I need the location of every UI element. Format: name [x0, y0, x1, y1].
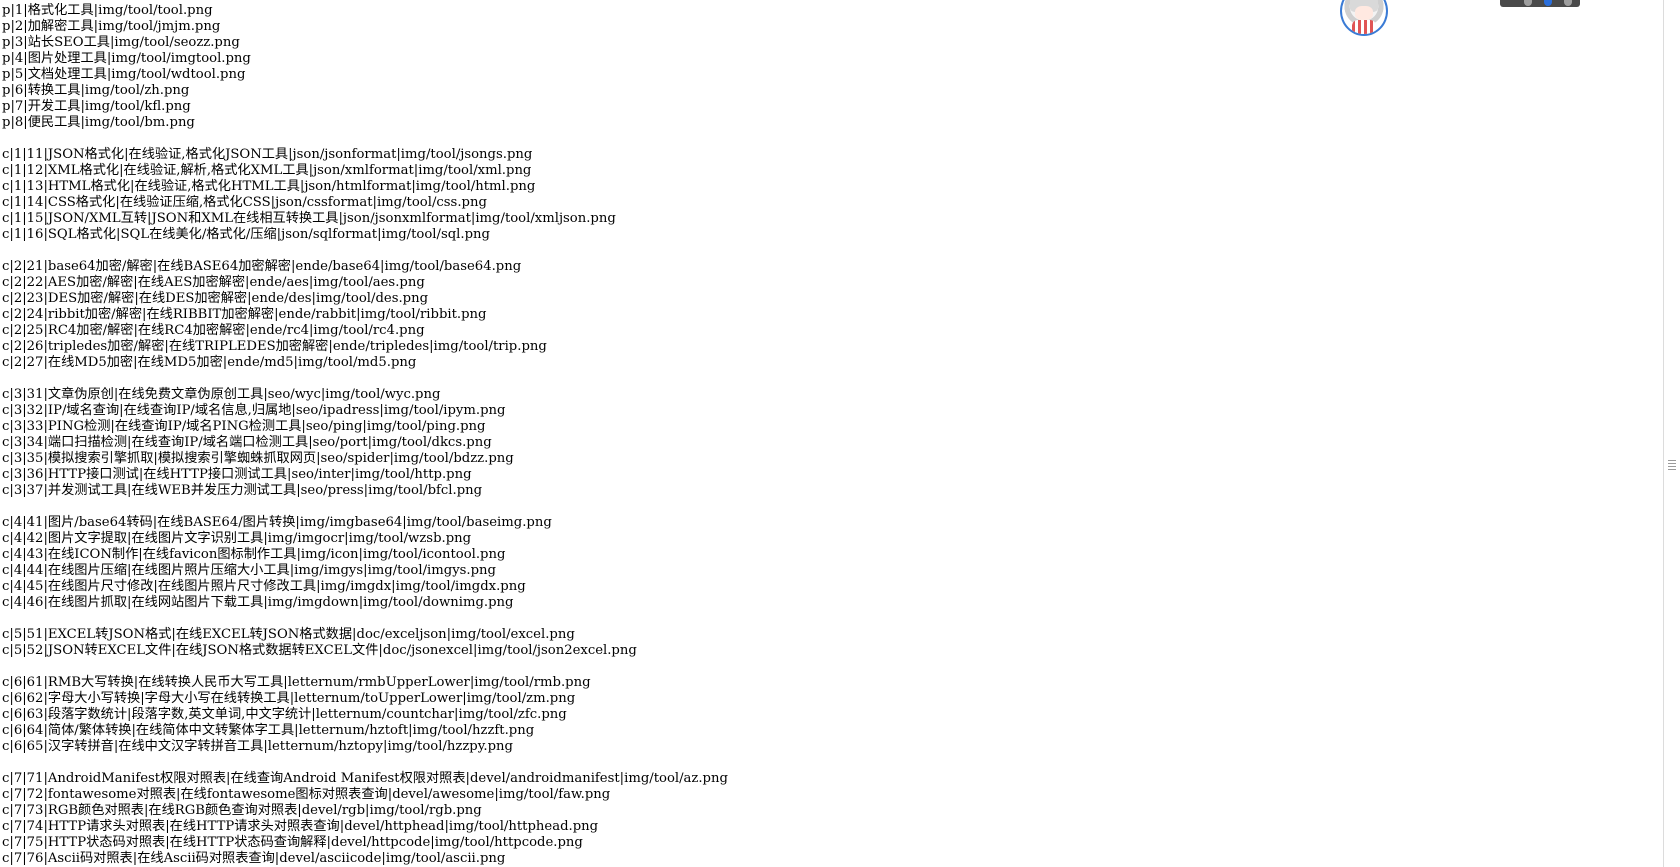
text-line: c|1|15|JSON/XML互转|JSON和XML在线相互转换工具|json/…	[2, 211, 616, 226]
text-line: c|3|31|文章伪原创|在线免费文章伪原创工具|seo/wyc|img/too…	[2, 387, 441, 402]
text-line: c|1|13|HTML格式化|在线验证,格式化HTML工具|json/htmlf…	[2, 179, 536, 194]
text-line: p|5|文档处理工具|img/tool/wdtool.png	[2, 67, 246, 82]
vertical-scrollbar[interactable]	[1663, 0, 1680, 867]
text-line: c|3|37|并发测试工具|在线WEB并发压力测试工具|seo/press|im…	[2, 483, 483, 498]
text-line: c|7|75|HTTP状态码对照表|在线HTTP状态码查询解释|devel/ht…	[2, 835, 583, 850]
text-line: c|7|71|AndroidManifest权限对照表|在线查询Android …	[2, 771, 728, 786]
text-line: c|5|51|EXCEL转JSON格式|在线EXCEL转JSON格式数据|doc…	[2, 627, 575, 642]
text-line: p|6|转换工具|img/tool/zh.png	[2, 83, 190, 98]
toolbar-chevron-down-icon[interactable]	[1564, 0, 1572, 6]
text-line: c|3|32|IP/域名查询|在线查询IP/域名信息,归属地|seo/ipadr…	[2, 403, 506, 418]
text-line: c|4|43|在线ICON制作|在线favicon图标制作工具|img/icon…	[2, 547, 506, 562]
scroll-grip-icon[interactable]	[1668, 460, 1676, 470]
text-line: p|8|便民工具|img/tool/bm.png	[2, 115, 195, 130]
text-line: c|5|52|JSON转EXCEL文件|在线JSON格式数据转EXCEL文件|d…	[2, 643, 637, 658]
text-line: c|7|76|Ascii码对照表|在线Ascii码对照表查询|devel/asc…	[2, 851, 506, 866]
text-document: p|1|格式化工具|img/tool/tool.png p|2|加解密工具|img…	[2, 3, 1662, 867]
text-line: c|2|27|在线MD5加密|在线MD5加密|ende/md5|img/tool…	[2, 355, 417, 370]
text-line: c|7|72|fontawesome对照表|在线fontawesome图标对照表…	[2, 787, 611, 802]
text-line: c|3|35|模拟搜索引擎抓取|模拟搜索引擎蜘蛛抓取网页|seo/spider|…	[2, 451, 514, 466]
avatar-shirt	[1352, 20, 1376, 34]
text-line: c|1|14|CSS格式化|在线验证压缩,格式化CSS|json/cssform…	[2, 195, 487, 210]
text-line: p|2|加解密工具|img/tool/jmjm.png	[2, 19, 221, 34]
text-line: c|6|61|RMB大写转换|在线转换人民币大写工具|letternum/rmb…	[2, 675, 591, 690]
text-line: c|2|21|base64加密/解密|在线BASE64加密解密|ende/bas…	[2, 259, 522, 274]
toolbar-button-icon[interactable]	[1524, 0, 1532, 6]
text-line: c|6|65|汉字转拼音|在线中文汉字转拼音工具|letternum/hztop…	[2, 739, 513, 754]
avatar-face	[1355, 6, 1373, 20]
text-line: c|6|62|字母大小写转换|字母大小写在线转换工具|letternum/toU…	[2, 691, 576, 706]
text-line: c|1|12|XML格式化|在线验证,解析,格式化XML工具|json/xmlf…	[2, 163, 532, 178]
text-line: p|3|站长SEO工具|img/tool/seozz.png	[2, 35, 240, 50]
text-line: c|1|16|SQL格式化|SQL在线美化/格式化/压缩|json/sqlfor…	[2, 227, 490, 242]
text-line: p|1|格式化工具|img/tool/tool.png	[2, 3, 213, 18]
text-line: c|4|42|图片文字提取|在线图片文字识别工具|img/imgocr|img/…	[2, 531, 472, 546]
text-line: c|4|41|图片/base64转码|在线BASE64/图片转换|img/img…	[2, 515, 552, 530]
text-line: c|6|63|段落字数统计|段落字数,英文单词,中文字统计|letternum/…	[2, 707, 567, 722]
text-line: p|4|图片处理工具|img/tool/imgtool.png	[2, 51, 251, 66]
text-line: p|7|开发工具|img/tool/kfl.png	[2, 99, 191, 114]
text-line: c|3|36|HTTP接口测试|在线HTTP接口测试工具|seo/inter|i…	[2, 467, 472, 482]
floating-toolbar[interactable]	[1500, 0, 1580, 7]
text-line: c|1|11|JSON格式化|在线验证,格式化JSON工具|json/jsonf…	[2, 147, 533, 162]
text-line: c|3|34|端口扫描检测|在线查询IP/域名端口检测工具|seo/port|i…	[2, 435, 492, 450]
text-line: c|2|24|ribbit加密/解密|在线RIBBIT加密解密|ende/rab…	[2, 307, 487, 322]
text-line: c|4|46|在线图片抓取|在线网站图片下载工具|img/imgdown|img…	[2, 595, 514, 610]
text-line: c|7|73|RGB颜色对照表|在线RGB颜色查询对照表|devel/rgb|i…	[2, 803, 482, 818]
text-line: c|4|45|在线图片尺寸修改|在线图片照片尺寸修改工具|img/imgdx|i…	[2, 579, 526, 594]
text-line: c|2|23|DES加密/解密|在线DES加密解密|ende/des|img/t…	[2, 291, 429, 306]
text-line: c|7|74|HTTP请求头对照表|在线HTTP请求头对照表查询|devel/h…	[2, 819, 599, 834]
toolbar-info-icon[interactable]	[1544, 0, 1552, 6]
text-line: c|3|33|PING检测|在线查询IP/域名PING检测工具|seo/ping…	[2, 419, 486, 434]
text-line: c|2|22|AES加密/解密|在线AES加密解密|ende/aes|img/t…	[2, 275, 425, 290]
text-line: c|4|44|在线图片压缩|在线图片照片压缩大小工具|img/imgys|img…	[2, 563, 496, 578]
text-line: c|2|26|tripledes加密/解密|在线TRIPLEDES加密解密|en…	[2, 339, 547, 354]
text-line: c|2|25|RC4加密/解密|在线RC4加密解密|ende/rc4|img/t…	[2, 323, 425, 338]
text-line: c|6|64|简体/繁体转换|在线简体中文转繁体字工具|letternum/hz…	[2, 723, 535, 738]
